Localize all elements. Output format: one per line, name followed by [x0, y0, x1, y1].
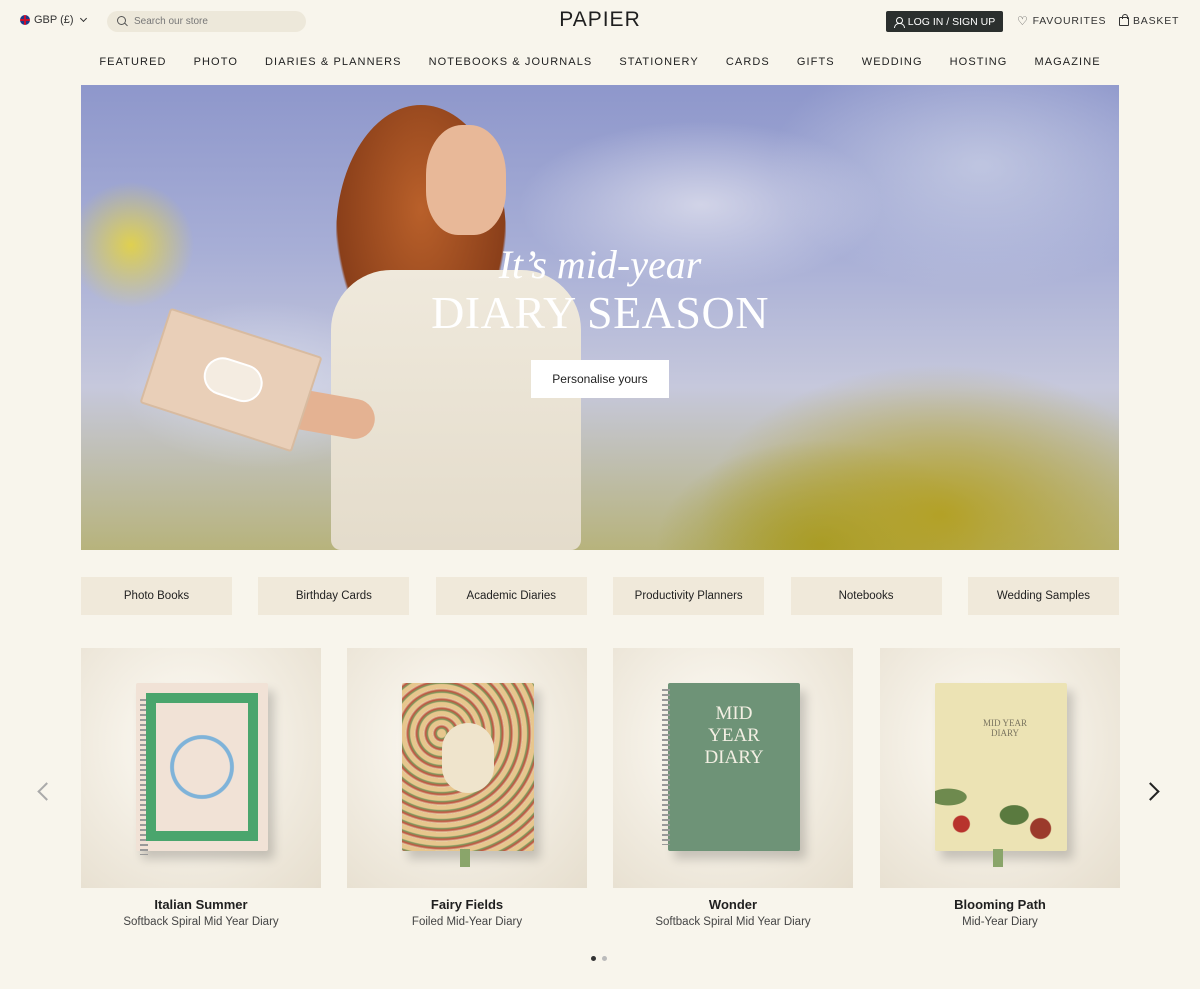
chip-notebooks[interactable]: Notebooks — [790, 577, 942, 615]
favourites-link[interactable]: ♡ FAVOURITES — [1017, 15, 1106, 27]
nav-hosting[interactable]: HOSTING — [950, 56, 1008, 68]
search-input[interactable] — [134, 16, 294, 27]
product-card[interactable]: MID YEAR DIARY Wonder Softback Spiral Mi… — [613, 648, 853, 928]
product-name[interactable]: Fairy Fields — [347, 897, 587, 912]
product-image[interactable] — [347, 648, 587, 888]
carousel-prev-arrow-icon[interactable] — [33, 781, 55, 803]
chip-academic-diaries[interactable]: Academic Diaries — [435, 577, 587, 615]
nav-featured[interactable]: FEATURED — [99, 56, 166, 68]
nav-cards[interactable]: CARDS — [726, 56, 770, 68]
favourites-label: FAVOURITES — [1032, 15, 1107, 27]
cover-title: MID YEAR DIARY — [983, 718, 1027, 738]
hero-banner[interactable]: It’s mid-year DIARY SEASON Personalise y… — [81, 85, 1119, 550]
cover-flowers — [935, 761, 1067, 851]
carousel-next-arrow-icon[interactable] — [1143, 781, 1165, 803]
bookmark-ribbon — [993, 849, 1003, 867]
spiral-binding — [662, 689, 670, 845]
product-image[interactable]: MID YEAR DIARY — [613, 648, 853, 888]
product-subtitle: Softback Spiral Mid Year Diary — [123, 916, 279, 928]
product-carousel: Italian Summer Softback Spiral Mid Year … — [0, 648, 1200, 968]
pagination-dot[interactable] — [602, 956, 607, 961]
product-card[interactable]: Fairy Fields Foiled Mid-Year Diary — [347, 648, 587, 928]
nav-diaries-planners[interactable]: DIARIES & PLANNERS — [265, 56, 402, 68]
nav-gifts[interactable]: GIFTS — [797, 56, 835, 68]
hero-line-1: It’s mid-year — [498, 242, 702, 287]
hero-line-2: DIARY SEASON — [431, 287, 769, 338]
nav-stationery[interactable]: STATIONERY — [619, 56, 698, 68]
login-label: LOG IN / SIGN UP — [907, 15, 996, 28]
heart-icon: ♡ — [1017, 14, 1029, 28]
personalise-button[interactable]: Personalise yours — [531, 360, 669, 398]
basket-label: BASKET — [1133, 15, 1180, 27]
main-navigation: FEATURED PHOTO DIARIES & PLANNERS NOTEBO… — [0, 56, 1200, 68]
product-name[interactable]: Wonder — [613, 897, 853, 912]
product-name[interactable]: Italian Summer — [81, 897, 321, 912]
user-icon — [894, 16, 906, 28]
search-bar[interactable] — [107, 11, 306, 32]
product-subtitle: Foiled Mid-Year Diary — [411, 916, 523, 928]
bookmark-ribbon — [460, 849, 470, 867]
chevron-down-icon — [79, 14, 87, 23]
chip-wedding-samples[interactable]: Wedding Samples — [967, 577, 1119, 615]
product-image[interactable] — [81, 648, 321, 888]
product-name[interactable]: Blooming Path — [880, 897, 1120, 912]
nav-magazine[interactable]: MAGAZINE — [1034, 56, 1100, 68]
diary-cover: MID YEAR DIARY — [935, 683, 1067, 867]
product-card[interactable]: MID YEAR DIARY Blooming Path Mid-Year Di… — [880, 648, 1120, 928]
basket-link[interactable]: BASKET — [1119, 13, 1180, 27]
currency-selector[interactable]: GBP (£) — [20, 14, 87, 26]
login-signup-button[interactable]: LOG IN / SIGN UP — [886, 11, 1003, 32]
basket-icon — [1119, 13, 1129, 26]
top-bar: GBP (£) PAPIER LOG IN / SIGN UP ♡ FAVOUR… — [0, 0, 1200, 42]
uk-flag-icon — [20, 15, 30, 25]
diary-cover — [402, 683, 534, 867]
nav-photo[interactable]: PHOTO — [194, 56, 238, 68]
chip-photo-books[interactable]: Photo Books — [81, 577, 232, 615]
hero-photo-face — [426, 125, 506, 235]
product-card[interactable]: Italian Summer Softback Spiral Mid Year … — [81, 648, 321, 928]
cover-monogram — [442, 723, 494, 793]
diary-cover — [136, 683, 268, 855]
pagination-dot-active[interactable] — [591, 956, 596, 961]
product-subtitle: Softback Spiral Mid Year Diary — [655, 916, 811, 928]
carousel-pagination — [591, 956, 607, 961]
nav-wedding[interactable]: WEDDING — [862, 56, 923, 68]
search-icon — [117, 16, 128, 27]
hero-heading: It’s mid-year DIARY SEASON — [81, 243, 1119, 339]
chip-birthday-cards[interactable]: Birthday Cards — [258, 577, 410, 615]
cover-pattern — [146, 693, 258, 841]
product-image[interactable]: MID YEAR DIARY — [880, 648, 1120, 888]
currency-label: GBP (£) — [34, 14, 74, 26]
chip-productivity-planners[interactable]: Productivity Planners — [613, 577, 765, 615]
site-logo[interactable]: PAPIER — [559, 8, 640, 31]
cover-title: MID YEAR DIARY — [704, 703, 764, 768]
nav-notebooks-journals[interactable]: NOTEBOOKS & JOURNALS — [429, 56, 593, 68]
product-subtitle: Mid-Year Diary — [962, 916, 1038, 928]
category-chips: Photo Books Birthday Cards Academic Diar… — [81, 577, 1119, 615]
diary-cover: MID YEAR DIARY — [662, 683, 800, 851]
